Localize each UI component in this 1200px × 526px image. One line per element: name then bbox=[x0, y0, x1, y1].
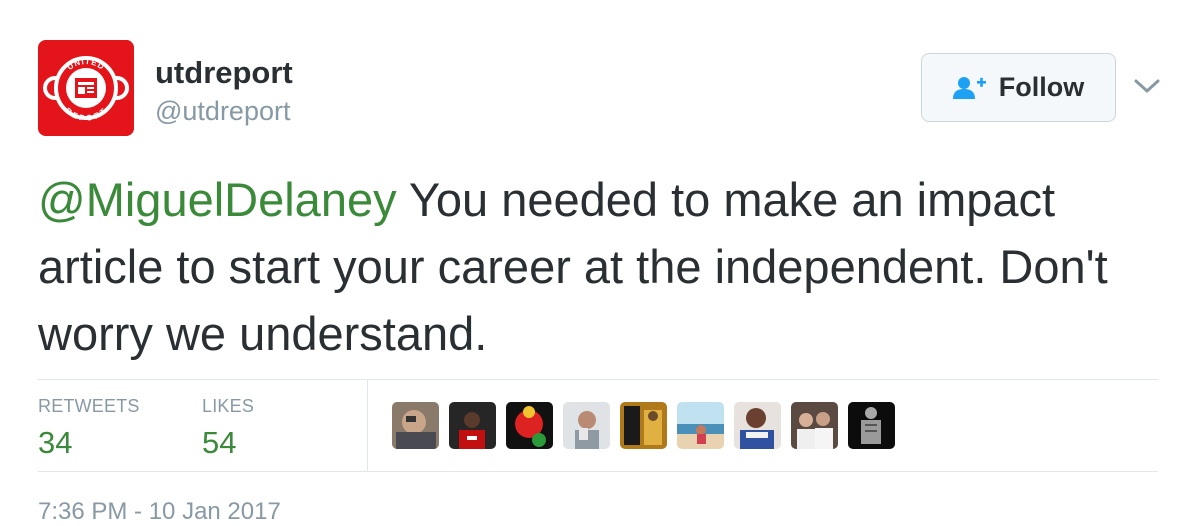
follow-label: Follow bbox=[998, 72, 1085, 102]
retweets-stat[interactable]: RETWEETS 34 bbox=[38, 396, 140, 461]
stats-vertical-divider bbox=[367, 380, 368, 471]
display-name[interactable]: utdreport bbox=[155, 55, 293, 91]
liker-avatar[interactable] bbox=[449, 402, 496, 449]
liker-avatar[interactable] bbox=[563, 402, 610, 449]
liker-avatar[interactable] bbox=[392, 402, 439, 449]
stats-top-divider bbox=[38, 379, 1158, 380]
tweet-menu-button[interactable] bbox=[1133, 75, 1161, 97]
liker-avatar[interactable] bbox=[734, 402, 781, 449]
stats-bottom-divider bbox=[38, 471, 1158, 472]
liker-avatar[interactable] bbox=[620, 402, 667, 449]
follow-button[interactable]: Follow bbox=[921, 53, 1116, 122]
user-handle[interactable]: @utdreport bbox=[155, 96, 290, 127]
liker-avatar[interactable] bbox=[677, 402, 724, 449]
retweets-count: 34 bbox=[38, 425, 73, 460]
liker-avatar[interactable] bbox=[791, 402, 838, 449]
likers-list bbox=[392, 402, 895, 449]
likes-label: LIKES bbox=[202, 396, 255, 416]
likes-stat[interactable]: LIKES 54 bbox=[202, 396, 254, 461]
liker-avatar[interactable] bbox=[848, 402, 895, 449]
retweets-label: RETWEETS bbox=[38, 396, 140, 416]
add-user-icon bbox=[952, 76, 986, 99]
united-report-logo: UNITED REPORT bbox=[38, 40, 134, 136]
chevron-down-icon bbox=[1134, 79, 1160, 93]
likes-count: 54 bbox=[202, 425, 237, 460]
tweet-text: @MiguelDelaney You needed to make an imp… bbox=[38, 166, 1168, 367]
mention-link[interactable]: @MiguelDelaney bbox=[38, 173, 397, 226]
avatar[interactable]: UNITED REPORT bbox=[38, 40, 134, 136]
tweet-timestamp[interactable]: 7:36 PM - 10 Jan 2017 bbox=[38, 498, 281, 526]
liker-avatar[interactable] bbox=[506, 402, 553, 449]
